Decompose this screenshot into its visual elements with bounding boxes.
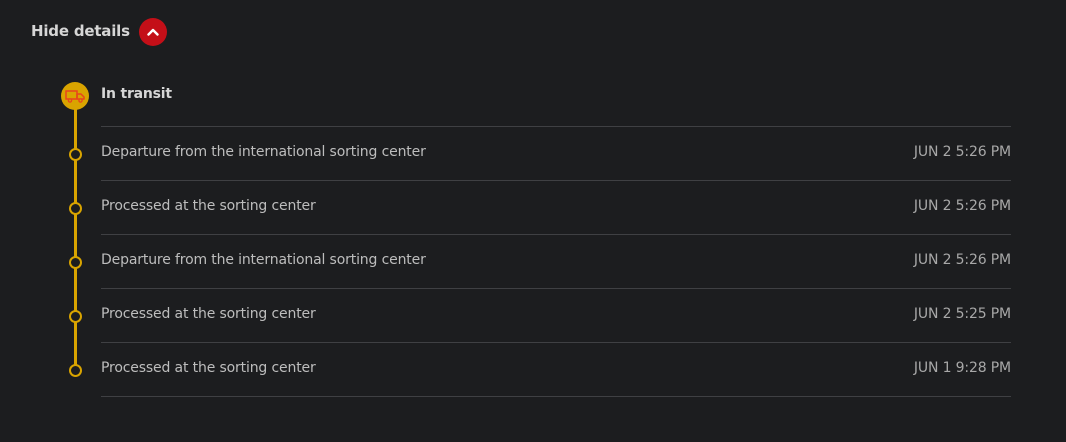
timeline-event: Processed at the sorting center JUN 2 5:… [0, 181, 1066, 235]
divider [101, 396, 1011, 397]
event-description: Processed at the sorting center [101, 306, 316, 322]
event-timestamp: JUN 2 5:25 PM [913, 306, 1011, 322]
status-title: In transit [101, 86, 172, 102]
tracking-details-panel: Hide details In transit Departure from t… [0, 0, 1066, 442]
event-description: Processed at the sorting center [101, 198, 316, 214]
event-timestamp: JUN 2 5:26 PM [913, 198, 1011, 214]
event-description: Departure from the international sorting… [101, 144, 426, 160]
truck-icon [65, 90, 85, 103]
timeline-dot [69, 310, 82, 323]
timeline-event: Processed at the sorting center JUN 2 5:… [0, 289, 1066, 343]
timeline-dot [69, 256, 82, 269]
timeline-event: Departure from the international sorting… [0, 127, 1066, 181]
status-marker [61, 82, 89, 110]
tracking-timeline: In transit Departure from the internatio… [0, 0, 1066, 442]
event-description: Processed at the sorting center [101, 360, 316, 376]
event-timestamp: JUN 2 5:26 PM [913, 252, 1011, 268]
timeline-event: Processed at the sorting center JUN 1 9:… [0, 343, 1066, 397]
event-description: Departure from the international sorting… [101, 252, 426, 268]
event-timestamp: JUN 2 5:26 PM [913, 144, 1011, 160]
timeline-dot [69, 364, 82, 377]
timeline-dot [69, 202, 82, 215]
timeline-dot [69, 148, 82, 161]
event-timestamp: JUN 1 9:28 PM [913, 360, 1011, 376]
timeline-event: Departure from the international sorting… [0, 235, 1066, 289]
